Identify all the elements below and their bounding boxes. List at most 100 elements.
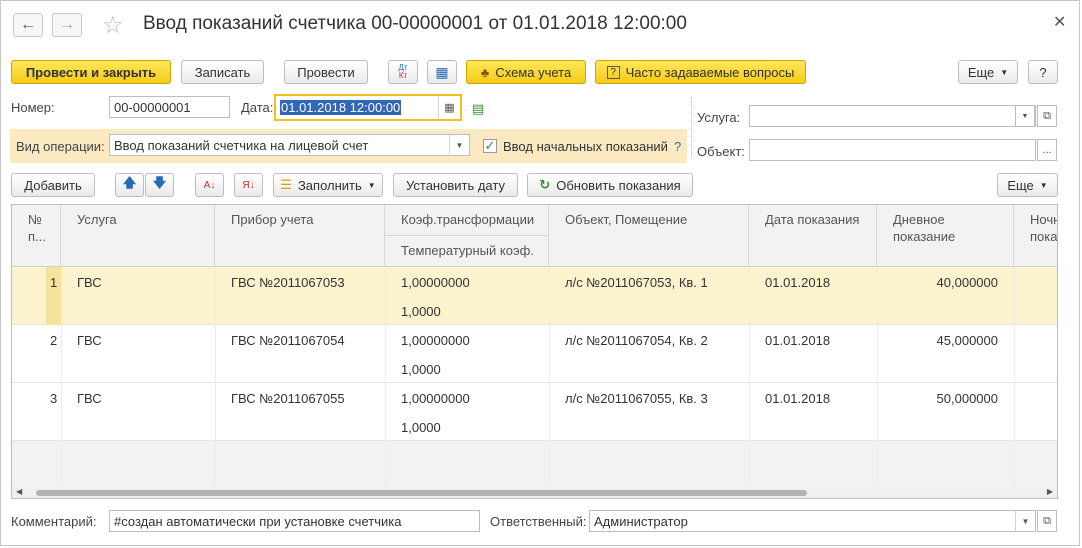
fill-button[interactable]: ☰ Заполнить ▼ — [273, 173, 383, 197]
operation-value: Ввод показаний счетчика на лицевой счет — [114, 137, 369, 153]
kt-icon-text: Кт — [398, 71, 408, 80]
more-button[interactable]: Еще ▼ — [958, 60, 1018, 84]
initial-readings-checkbox[interactable]: ✓ — [483, 138, 497, 153]
date-field[interactable]: 01.01.2018 12:00:00 ▦ — [274, 94, 462, 121]
responsible-field[interactable]: Администратор ▼ — [589, 510, 1036, 532]
faq-button[interactable]: ? Часто задаваемые вопросы — [595, 60, 806, 84]
column-divider — [549, 267, 550, 498]
table-more-button[interactable]: Еще ▼ — [997, 173, 1058, 197]
dt-kt-button[interactable]: Дт Кт — [388, 60, 418, 84]
close-icon[interactable]: ✕ — [1053, 12, 1066, 32]
arrow-up-icon: 🡅 — [122, 175, 137, 190]
forward-button[interactable]: → — [52, 13, 82, 37]
table-row[interactable]: 3 ГВС ГВС №2011067055 1,00000000 1,0000 … — [12, 383, 1057, 441]
object-label: Объект: — [697, 144, 745, 159]
column-divider — [1014, 267, 1015, 498]
move-down-button[interactable]: 🡇 — [145, 173, 174, 197]
header-object[interactable]: Объект, Помещение — [549, 205, 749, 267]
cell-num: 3 — [50, 391, 58, 406]
header-date[interactable]: Дата показания — [749, 205, 877, 267]
operation-label: Вид операции: — [16, 139, 105, 154]
question-box-icon: ? — [606, 65, 620, 79]
cell-object: л/с №2011067054, Кв. 2 — [565, 333, 708, 348]
initial-help-icon[interactable]: ? — [674, 139, 681, 154]
column-divider — [877, 267, 878, 498]
table-header: № п... Услуга Прибор учета Коэф.трансфор… — [12, 205, 1057, 267]
cell-coef: 1,00000000 — [401, 333, 470, 348]
calendar-icon[interactable]: ▦ — [438, 96, 460, 119]
cell-num: 1 — [50, 275, 58, 290]
add-button[interactable]: Добавить — [11, 173, 95, 197]
column-divider — [385, 267, 386, 498]
readings-table[interactable]: № п... Услуга Прибор учета Коэф.трансфор… — [11, 204, 1058, 499]
header-device[interactable]: Прибор учета — [215, 205, 385, 267]
edit-list-icon[interactable]: ▤ — [472, 101, 484, 117]
cell-temp: 1,0000 — [401, 362, 441, 377]
cell-date: 01.01.2018 — [765, 391, 831, 406]
open-window-icon: ⧉ — [1043, 109, 1051, 122]
fill-label: Заполнить — [297, 177, 362, 193]
horizontal-scrollbar[interactable]: ◀ ▶ — [12, 486, 1057, 498]
cell-object: л/с №2011067053, Кв. 1 — [565, 275, 708, 290]
structure-button[interactable]: ▦ — [427, 60, 457, 84]
chevron-down-icon: ▼ — [1000, 67, 1009, 77]
help-button[interactable]: ? — [1028, 60, 1058, 84]
table-row[interactable]: 1 ГВС ГВС №2011067053 1,00000000 1,0000 … — [12, 267, 1057, 325]
scheme-button[interactable]: ♣ Схема учета — [466, 60, 586, 84]
checkmark-icon: ✓ — [484, 138, 496, 153]
column-separator — [691, 97, 692, 157]
scroll-left-icon[interactable]: ◀ — [16, 487, 22, 496]
cell-device: ГВС №2011067054 — [231, 333, 345, 348]
service-open-button[interactable]: ⧉ — [1037, 105, 1057, 127]
object-select-button[interactable]: ... — [1037, 139, 1057, 161]
scrollbar-thumb[interactable] — [36, 490, 807, 496]
header-day[interactable]: Дневное показание — [877, 205, 1014, 267]
initial-readings-label: Ввод начальных показаний — [503, 139, 668, 154]
responsible-label: Ответственный: — [490, 514, 587, 529]
cell-day: 45,000000 — [936, 333, 998, 348]
header-temp[interactable]: Температурный коэф. — [385, 236, 549, 267]
responsible-open-button[interactable]: ⧉ — [1037, 510, 1057, 532]
cell-service: ГВС — [77, 333, 102, 348]
chevron-down-icon[interactable]: ▼ — [1015, 511, 1035, 531]
cell-device: ГВС №2011067055 — [231, 391, 345, 406]
service-field[interactable] — [749, 105, 1036, 127]
table-more-label: Еще — [1007, 177, 1034, 193]
faq-label: Часто задаваемые вопросы — [625, 64, 795, 80]
back-button[interactable]: ← — [13, 13, 43, 37]
favorite-star-icon[interactable]: ☆ — [102, 11, 124, 40]
service-dropdown-button[interactable]: ▼ — [1015, 105, 1035, 127]
number-field[interactable]: 00-00000001 — [109, 96, 230, 118]
header-coef[interactable]: Коэф.трансформации — [385, 205, 549, 236]
cell-temp: 1,0000 — [401, 420, 441, 435]
save-button[interactable]: Записать — [181, 60, 264, 84]
arrow-right-icon: → — [59, 16, 75, 33]
post-and-close-button[interactable]: Провести и закрыть — [11, 60, 171, 84]
header-num[interactable]: № п... — [12, 205, 61, 267]
date-value: 01.01.2018 12:00:00 — [280, 100, 402, 115]
header-service[interactable]: Услуга — [61, 205, 215, 267]
number-label: Номер: — [11, 100, 55, 115]
cell-service: ГВС — [77, 391, 102, 406]
move-up-button[interactable]: 🡅 — [115, 173, 144, 197]
sort-asc-button[interactable]: А↓ — [195, 173, 224, 197]
cell-service: ГВС — [77, 275, 102, 290]
scroll-right-icon[interactable]: ▶ — [1047, 487, 1053, 496]
post-button[interactable]: Провести — [284, 60, 368, 84]
sort-desc-button[interactable]: Я↓ — [234, 173, 263, 197]
object-field[interactable] — [749, 139, 1036, 161]
comment-field[interactable]: #создан автоматически при установке счет… — [109, 510, 480, 532]
chevron-down-icon[interactable]: ▼ — [449, 135, 469, 155]
comment-label: Комментарий: — [11, 514, 97, 529]
header-night[interactable]: Ночн... пока... — [1014, 205, 1057, 267]
refresh-readings-button[interactable]: ↻ Обновить показания — [527, 173, 693, 197]
cell-num: 2 — [50, 333, 58, 348]
responsible-value: Администратор — [594, 513, 688, 529]
table-row[interactable]: 2 ГВС ГВС №2011067054 1,00000000 1,0000 … — [12, 325, 1057, 383]
chevron-down-icon: ▼ — [1039, 180, 1048, 190]
set-date-button[interactable]: Установить дату — [393, 173, 518, 197]
sort-ascending-icon: А↓ — [203, 179, 216, 191]
empty-row-area — [12, 441, 1057, 486]
operation-field[interactable]: Ввод показаний счетчика на лицевой счет … — [109, 134, 470, 156]
cell-coef: 1,00000000 — [401, 275, 470, 290]
